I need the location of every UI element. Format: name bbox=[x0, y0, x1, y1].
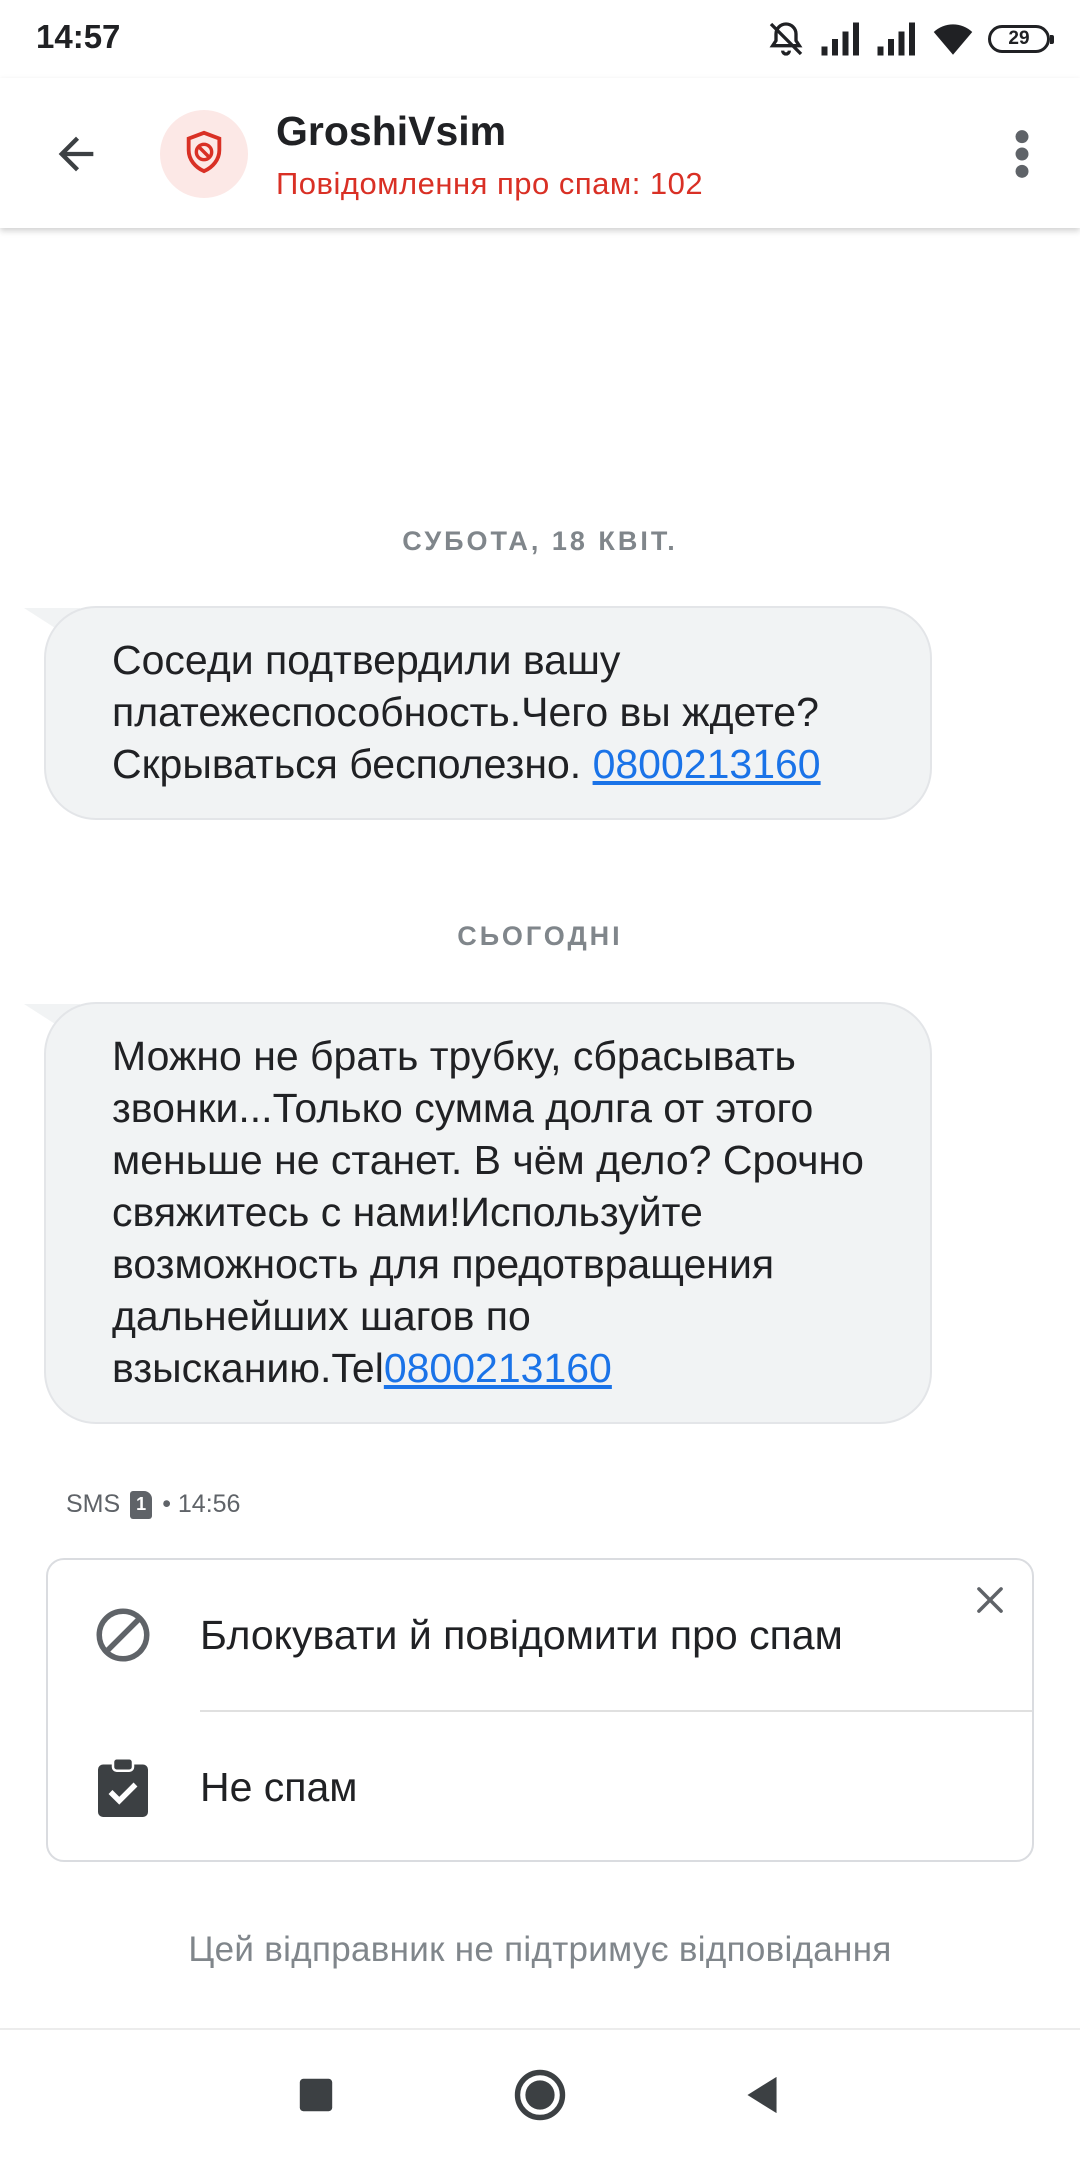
arrow-back-icon bbox=[50, 128, 102, 185]
recents-square-icon bbox=[298, 2077, 334, 2118]
app-bar: GroshiVsim Повідомлення про спам: 102 bbox=[0, 78, 1080, 228]
message-body: Можно не брать трубку, сбрасывать звонки… bbox=[44, 1002, 932, 1424]
spam-action-card: Блокувати й повідомити про спам Не спам bbox=[46, 1558, 1034, 1862]
message-time: • 14:56 bbox=[162, 1490, 241, 1518]
not-spam-label: Не спам bbox=[200, 1763, 358, 1810]
more-vert-icon bbox=[1012, 128, 1032, 185]
message-bubble[interactable]: Соседи подтвердили вашу платежеспособнос… bbox=[22, 606, 932, 820]
phone-link[interactable]: 0800213160 bbox=[593, 741, 821, 787]
no-reply-notice: Цей відправник не підтримує відповідання bbox=[188, 1930, 892, 1969]
message-text: Можно не брать трубку, сбрасывать звонки… bbox=[112, 1033, 864, 1391]
message-meta: SMS 1 • 14:56 bbox=[66, 1490, 240, 1519]
message-bubble[interactable]: Можно не брать трубку, сбрасывать звонки… bbox=[22, 1002, 932, 1424]
more-options-button[interactable] bbox=[986, 120, 1058, 192]
back-triangle-icon bbox=[743, 2075, 781, 2120]
phone-link[interactable]: 0800213160 bbox=[384, 1345, 612, 1391]
clipboard-check-icon bbox=[90, 1754, 156, 1820]
status-time: 14:57 bbox=[36, 18, 121, 55]
signal-icon bbox=[876, 21, 918, 57]
sim-icon: 1 bbox=[130, 1490, 153, 1519]
battery-icon: 29 bbox=[988, 25, 1054, 53]
date-divider: СУБОТА, 18 КВІТ. bbox=[402, 526, 678, 556]
spam-shield-icon bbox=[181, 129, 227, 180]
spam-report-count: Повідомлення про спам: 102 bbox=[276, 166, 704, 201]
alarm-off-icon bbox=[766, 19, 806, 59]
message-type: SMS bbox=[66, 1490, 121, 1518]
block-report-spam-label: Блокувати й повідомити про спам bbox=[200, 1611, 843, 1658]
block-report-spam-button[interactable]: Блокувати й повідомити про спам bbox=[48, 1560, 1034, 1710]
home-button[interactable] bbox=[505, 2062, 575, 2132]
signal-icon bbox=[820, 21, 862, 57]
nav-back-button[interactable] bbox=[727, 2062, 797, 2132]
recents-button[interactable] bbox=[281, 2062, 351, 2132]
not-spam-button[interactable]: Не спам bbox=[48, 1712, 1034, 1862]
block-icon bbox=[90, 1602, 156, 1668]
status-bar: 14:57 29 bbox=[0, 0, 1080, 78]
avatar[interactable] bbox=[160, 110, 248, 198]
date-divider: СЬОГОДНІ bbox=[457, 921, 623, 951]
home-circle-icon bbox=[513, 2068, 567, 2127]
wifi-icon bbox=[932, 21, 974, 57]
back-button[interactable] bbox=[40, 120, 112, 192]
message-body: Соседи подтвердили вашу платежеспособнос… bbox=[44, 606, 932, 820]
navigation-bar bbox=[0, 2028, 1080, 2162]
sender-name: GroshiVsim bbox=[276, 108, 507, 154]
status-icons: 29 bbox=[766, 18, 1054, 60]
